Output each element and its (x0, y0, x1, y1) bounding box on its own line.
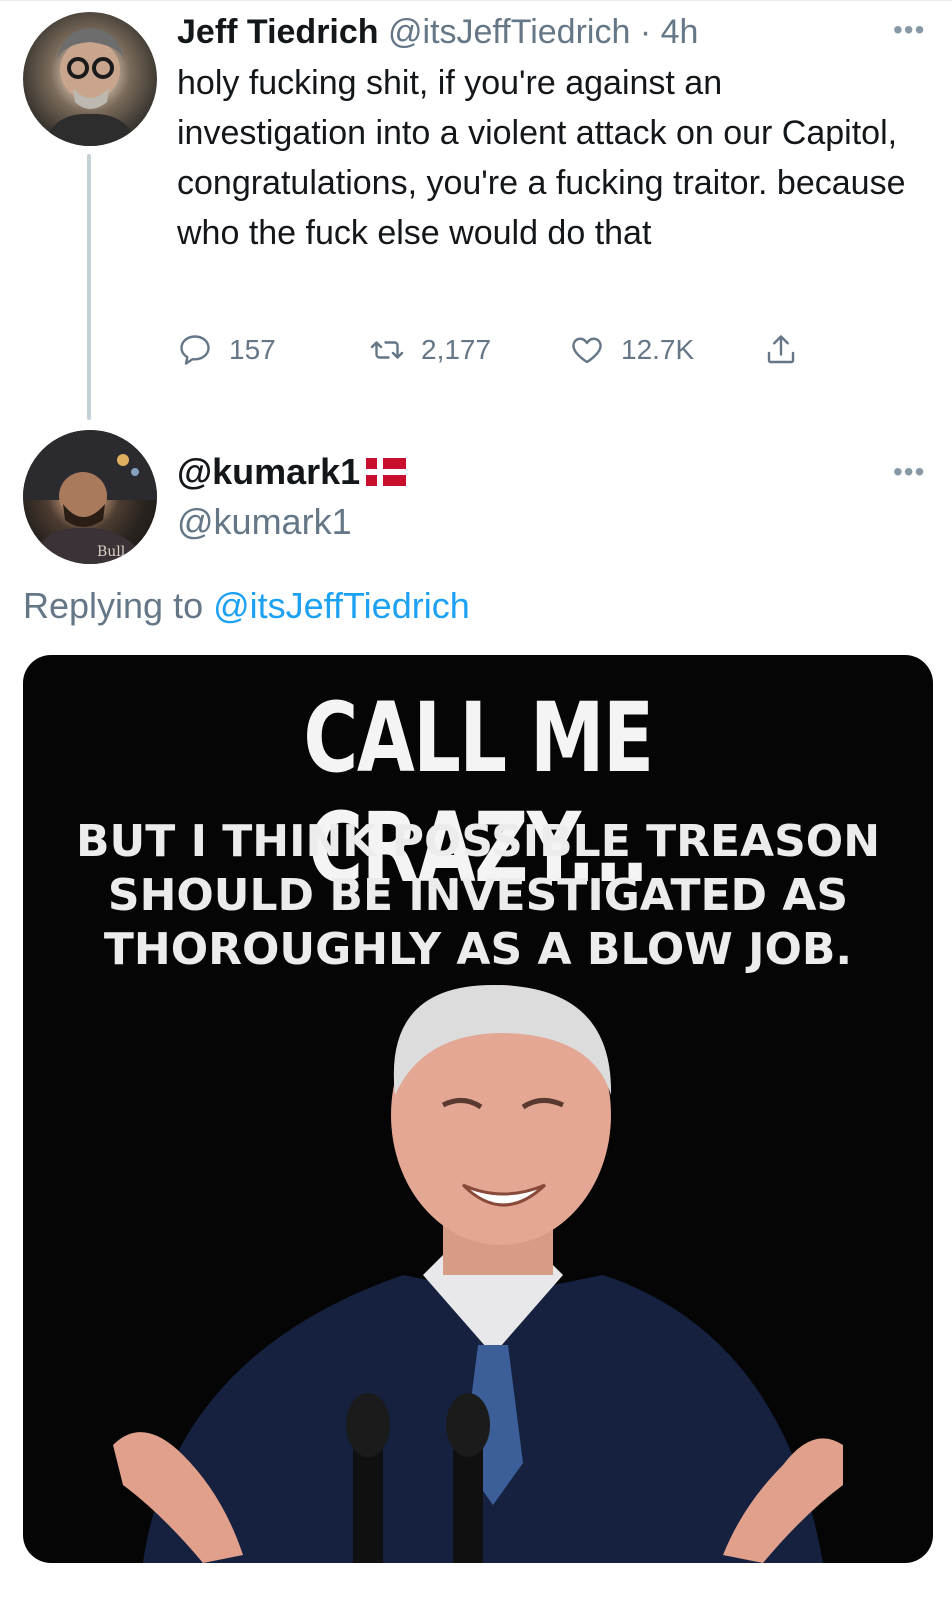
reply-button[interactable]: 157 (177, 328, 276, 372)
retweet-count: 2,177 (421, 334, 492, 365)
reply-icon (177, 332, 213, 368)
meme-subtitle: BUT I THINK POSSIBLE TREASON SHOULD BE I… (23, 815, 933, 977)
retweet-button[interactable]: 2,177 (369, 328, 491, 372)
avatar-jeff-tiedrich[interactable] (23, 12, 157, 146)
thread-connector (87, 154, 91, 420)
tweet1-author-name[interactable]: Jeff Tiedrich (177, 13, 379, 51)
top-divider (0, 0, 952, 1)
meme-line-3: THOROUGHLY AS A BLOW JOB. (103, 924, 853, 975)
tweet2-image[interactable]: CALL ME CRAZY... BUT I THINK POSSIBLE TR… (23, 655, 933, 1563)
meme-line-2: SHOULD BE INVESTIGATED AS (107, 870, 849, 921)
meme-line-1: BUT I THINK POSSIBLE TREASON (75, 816, 881, 867)
replying-to-line: Replying to @itsJeffTiedrich (23, 584, 470, 628)
tweet2-author-name[interactable]: @kumark1 (177, 450, 407, 494)
replying-prefix: Replying to (23, 585, 214, 626)
share-icon (763, 332, 799, 368)
tweet1-author-handle[interactable]: @itsJeffTiedrich (388, 13, 630, 51)
tweet1-actions: 157 2,177 12.7K (177, 328, 817, 372)
flag-denmark-icon (366, 458, 407, 486)
tweet2-more-icon[interactable]: ••• (893, 458, 925, 486)
tweet1-separator: · (630, 13, 661, 51)
tweet1-timestamp[interactable]: 4h (661, 13, 699, 51)
share-button[interactable] (763, 328, 799, 372)
avatar-kumark1[interactable]: Bull (23, 430, 157, 564)
retweet-icon (369, 332, 405, 368)
tweet1-text: holy fucking shit, if you're against an … (177, 64, 906, 252)
like-count: 12.7K (621, 334, 695, 365)
like-icon (569, 332, 605, 368)
like-button[interactable]: 12.7K (569, 328, 694, 372)
svg-text:Bull: Bull (97, 544, 126, 560)
reply-count: 157 (229, 334, 276, 365)
tweet2-author-handle[interactable]: @kumark1 (177, 500, 352, 544)
tweet1-header: Jeff Tiedrich @itsJeffTiedrich · 4h (177, 10, 698, 54)
tweet2-display-name: @kumark1 (177, 451, 361, 492)
replying-to-mention[interactable]: @itsJeffTiedrich (213, 585, 470, 626)
tweet1-more-icon[interactable]: ••• (893, 16, 925, 44)
